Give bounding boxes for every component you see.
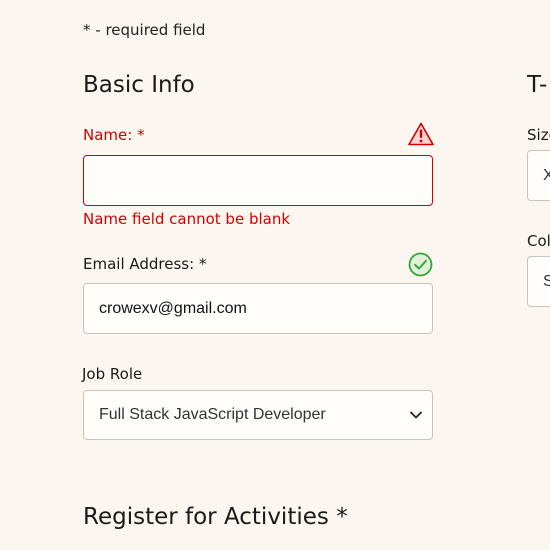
name-label-text: Name:	[83, 126, 133, 144]
job-role-selected-value: Full Stack JavaScript Developer	[99, 406, 326, 423]
activities-heading-text: Register for Activities	[83, 504, 329, 530]
color-selected-value: S	[543, 272, 550, 290]
email-input-value: crowexv@gmail.com	[99, 299, 247, 317]
name-input[interactable]	[83, 155, 433, 206]
activities-required-mark: *	[336, 504, 348, 530]
required-field-note: * - required field	[83, 21, 206, 39]
color-select[interactable]: S	[527, 256, 550, 307]
warning-icon	[408, 122, 434, 150]
size-selected-value: X	[543, 166, 550, 184]
email-input[interactable]: crowexv@gmail.com	[83, 283, 433, 334]
size-select[interactable]: X	[527, 150, 550, 201]
email-label-text: Email Address:	[83, 255, 195, 273]
name-required-mark: *	[137, 126, 145, 144]
basic-info-heading: Basic Info	[83, 72, 195, 98]
tshirt-heading: T-	[527, 72, 548, 98]
email-label: Email Address: *	[83, 255, 206, 273]
check-circle-icon	[408, 252, 433, 281]
chevron-down-icon	[410, 406, 422, 424]
name-label: Name: *	[83, 126, 145, 144]
tshirt-column: T- Size X Col S	[527, 70, 550, 330]
color-label: Col	[527, 232, 550, 250]
name-error-message: Name field cannot be blank	[83, 210, 291, 228]
email-required-mark: *	[198, 255, 207, 273]
size-label: Size	[527, 126, 550, 144]
job-role-label: Job Role	[82, 365, 143, 383]
job-role-select[interactable]: Full Stack JavaScript Developer	[83, 390, 433, 440]
activities-heading: Register for Activities *	[83, 504, 348, 530]
